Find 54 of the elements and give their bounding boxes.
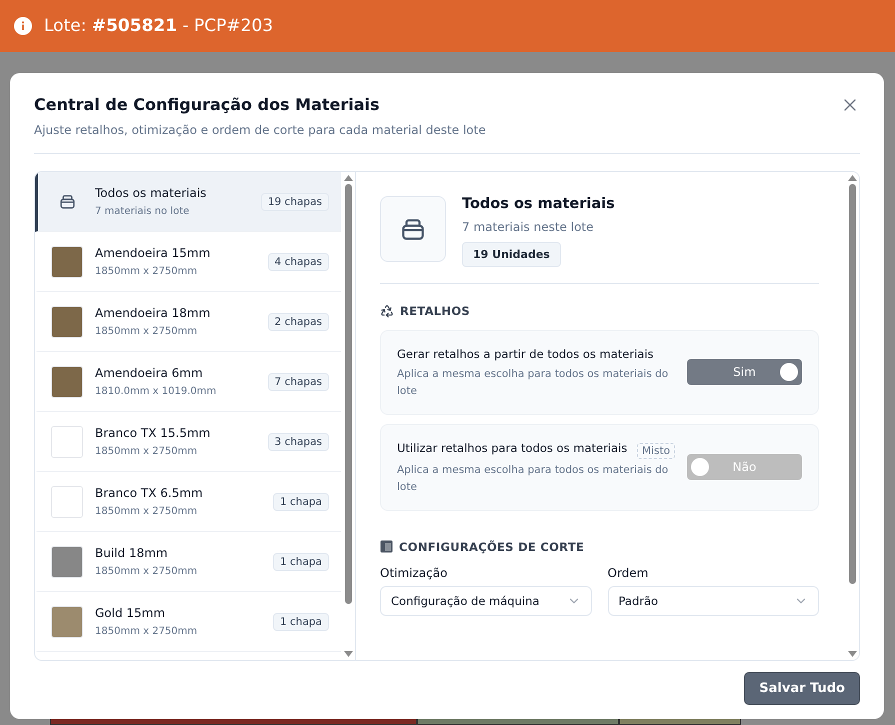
section-title: RETALHOS — [400, 304, 470, 318]
batch-title: Lote: #505821 - PCP#203 — [44, 16, 274, 36]
material-name: Branco TX 15.5mm — [95, 426, 212, 440]
sheet-count: 19 chapas — [260, 192, 329, 210]
panel-icon — [380, 540, 393, 554]
sheet-count: 1 chapa — [273, 612, 329, 630]
dialog-title: Central de Configuração dos Materiais — [34, 95, 381, 114]
recycle-icon — [380, 304, 394, 318]
material-name: Amendoeira 6mm — [95, 366, 204, 380]
material-detail: 1850mm x 2750mm — [95, 566, 198, 577]
material-name: Amendoeira 15mm — [95, 246, 212, 260]
units-tag: 19 Unidades — [462, 242, 561, 267]
material-name: Gold 15mm — [95, 606, 166, 620]
material-detail: 7 materiais no lote — [95, 206, 190, 217]
sheet-count: 1 chapa — [273, 492, 329, 510]
sheet-count: 2 chapas — [268, 312, 329, 330]
scrollbar[interactable] — [845, 172, 859, 660]
sheet-count: 1 chapa — [273, 552, 329, 570]
material-name: Branco TX 6.5mm — [95, 486, 204, 500]
dialog-subtitle: Ajuste retalhos, otimização e ordem de corte para cada material deste lote — [34, 123, 486, 137]
scroll-down-icon[interactable] — [344, 651, 352, 657]
material-item[interactable]: Todos os materiais 7 materiais no lote 19 chapas — [35, 172, 341, 232]
select-label: Otimização — [380, 566, 448, 580]
box-icon — [58, 193, 76, 210]
detail-subtitle: 7 materiais neste lote — [462, 220, 594, 234]
material-detail: 1810.0mm x 1019.0mm — [95, 386, 218, 397]
save-all-button[interactable]: Salvar Tudo — [744, 672, 860, 705]
material-detail: 1850mm x 2750mm — [95, 326, 198, 337]
scrollbar[interactable] — [341, 172, 355, 660]
material-detail: 1850mm x 2750mm — [95, 626, 198, 637]
dropdown-field[interactable]: Configuração de máquina — [380, 586, 592, 616]
setting-hint: Aplica a mesma escolha para todos os materiais do lote — [397, 462, 670, 495]
select-label: Ordem — [608, 566, 650, 580]
scroll-up-icon[interactable] — [848, 175, 856, 181]
material-detail: 1850mm x 2750mm — [95, 266, 198, 277]
setting-label: Utilizar retalhos para todos os materiais — [397, 440, 628, 457]
detail-title: Todos os materiais — [462, 196, 615, 212]
setting-hint: Aplica a mesma escolha para todos os materiais do lote — [397, 367, 670, 400]
material-detail: 1850mm x 2750mm — [95, 446, 198, 457]
sheet-count: 4 chapas — [268, 252, 329, 270]
mixed-tag: Misto — [637, 442, 675, 459]
material-detail: 1850mm x 2750mm — [95, 506, 198, 517]
material-name: Todos os materiais — [95, 186, 208, 200]
sheet-count: 3 chapas — [268, 432, 329, 450]
material-name: Build 18mm — [95, 546, 169, 560]
scroll-up-icon[interactable] — [344, 175, 352, 181]
section-title: CONFIGURAÇÕES DE CORTE — [399, 540, 584, 554]
toggle-switch[interactable]: Sim — [687, 359, 802, 386]
scroll-down-icon[interactable] — [848, 651, 856, 657]
setting-label: Gerar retalhos a partir de todos os materiais — [397, 346, 655, 363]
dropdown-field[interactable]: Padrão — [608, 586, 819, 616]
material-name: Amendoeira 18mm — [95, 306, 212, 320]
sheet-count: 7 chapas — [268, 372, 329, 390]
info-icon — [14, 17, 32, 35]
